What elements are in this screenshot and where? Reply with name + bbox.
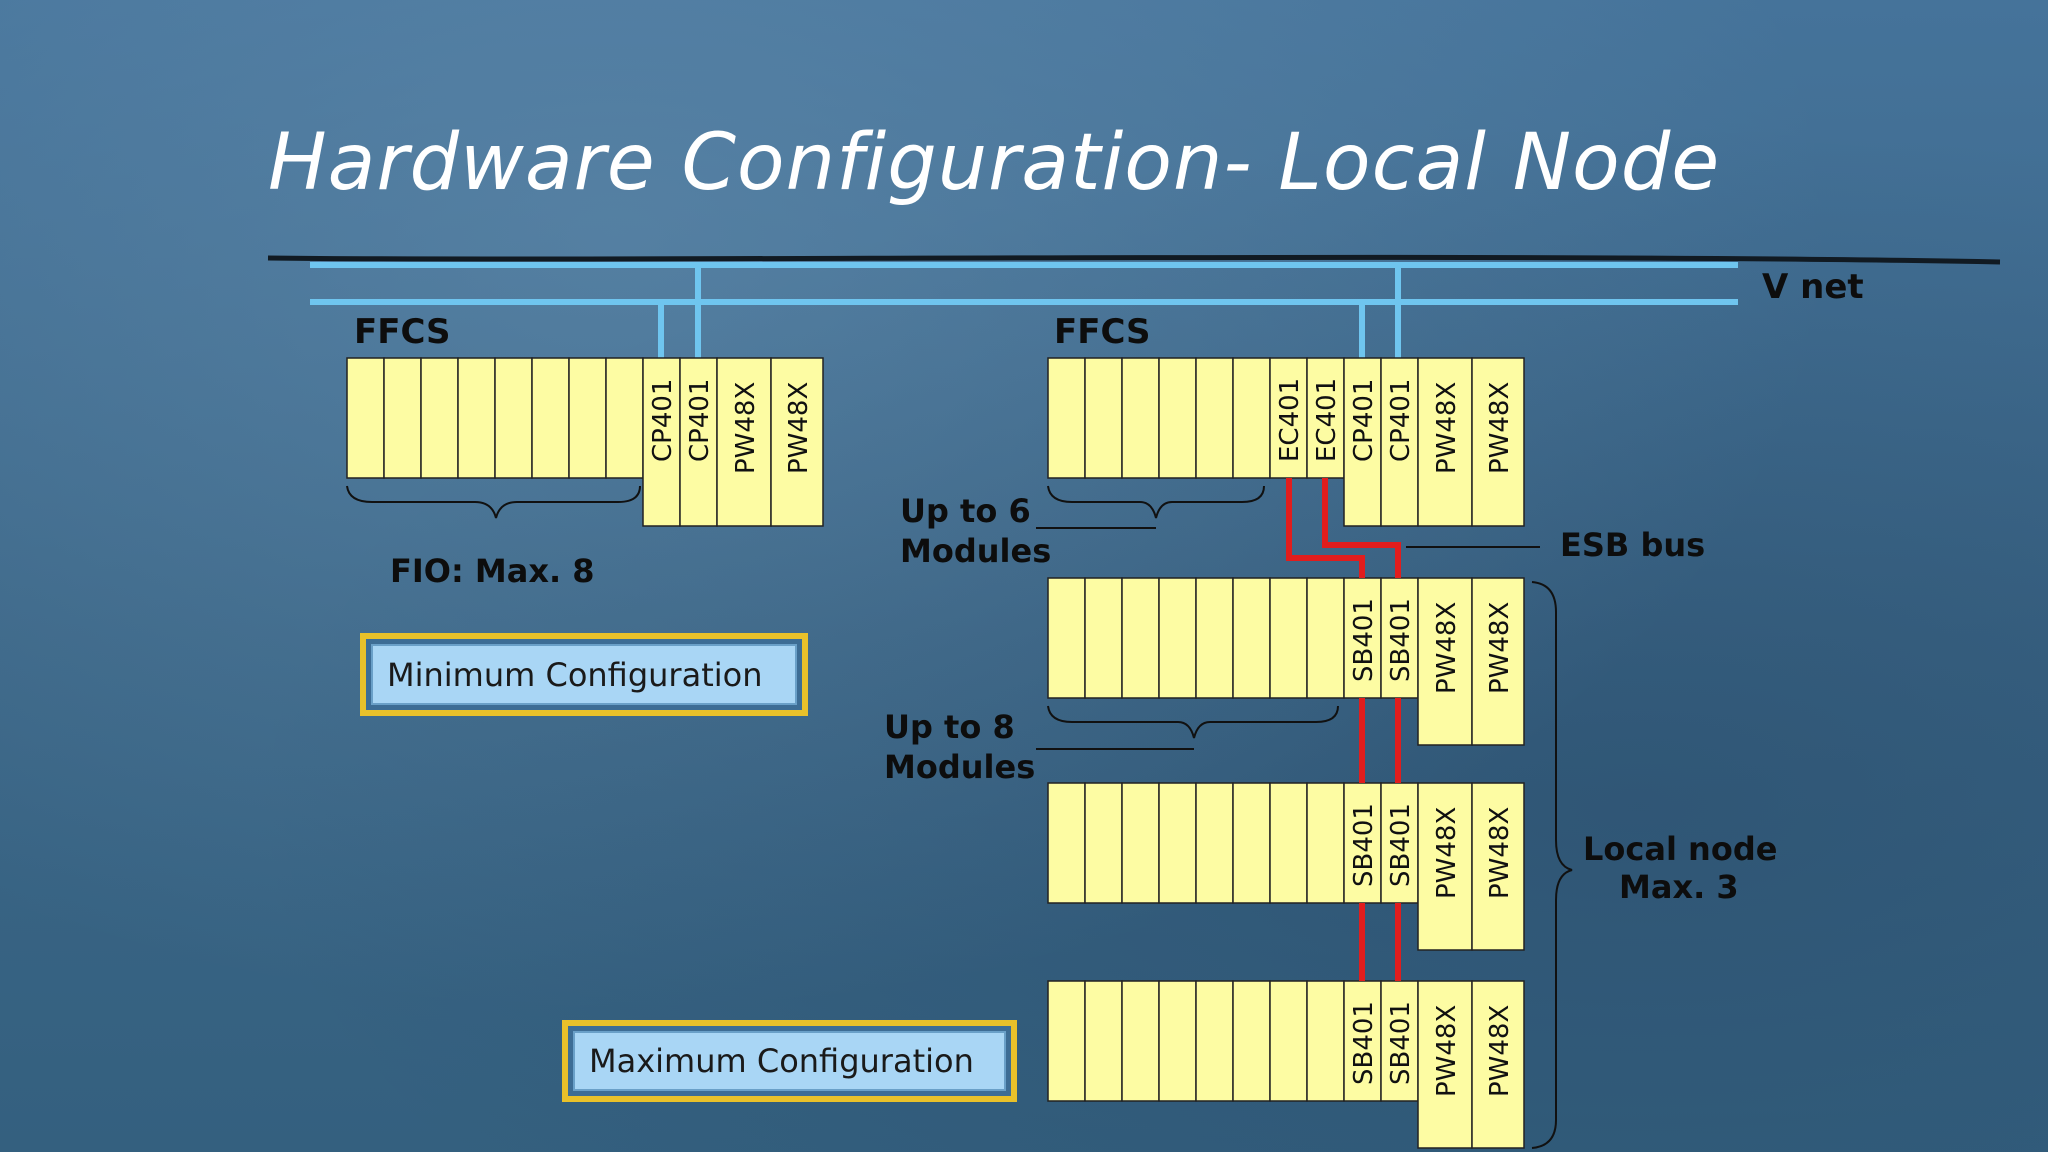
up-to-6-line2: Modules <box>900 532 1051 570</box>
up-to-8-line2: Modules <box>884 748 1035 786</box>
ffcs-right-slots <box>1047 357 1271 479</box>
sb401-u1-1-label: SB401 <box>1349 598 1379 682</box>
up-to-6-line1: Up to 6 <box>900 492 1031 530</box>
ffcs-right-label: FFCS <box>1054 312 1151 352</box>
ec401-2-label: EC401 <box>1312 378 1342 462</box>
local-node-brace <box>1531 581 1573 1149</box>
minimum-configuration-label: Minimum Configuration <box>371 644 797 705</box>
hardware-diagram: .bold { font-family: "DejaVu Sans", sans… <box>267 254 2001 1149</box>
fio-brace <box>346 485 641 519</box>
pw48x-u1-2-label: PW48X <box>1485 602 1515 694</box>
up-to-6-brace <box>1047 485 1265 519</box>
pw48x-left-1-label: PW48X <box>731 382 761 474</box>
expansion-unit-3-slots <box>1047 980 1345 1102</box>
cp401-left-2-label: CP401 <box>685 379 715 462</box>
ffcs-left-slots <box>346 357 644 479</box>
up-to-8-brace <box>1047 705 1339 739</box>
title-underline <box>267 254 2001 265</box>
sb401-u2-1-label: SB401 <box>1349 803 1379 887</box>
pw48x-u3-2-label: PW48X <box>1485 1005 1515 1097</box>
local-node-line2: Max. 3 <box>1619 868 1739 906</box>
pw48x-u3-1-label: PW48X <box>1432 1005 1462 1097</box>
expansion-unit-1-slots <box>1047 577 1345 699</box>
sb401-u3-2-label: SB401 <box>1386 1001 1416 1085</box>
ec401-1-label: EC401 <box>1275 378 1305 462</box>
local-node-line1: Local node <box>1583 830 1777 868</box>
pw48x-u2-2-label: PW48X <box>1485 807 1515 899</box>
minimum-configuration-button[interactable]: Minimum Configuration <box>360 633 808 716</box>
pw48x-left-2-label: PW48X <box>784 382 814 474</box>
sb401-u3-1-label: SB401 <box>1349 1001 1379 1085</box>
ffcs-left-label: FFCS <box>354 312 451 352</box>
maximum-configuration-label: Maximum Configuration <box>573 1031 1006 1091</box>
sb401-u2-2-label: SB401 <box>1386 803 1416 887</box>
pw48x-right-1-label: PW48X <box>1432 382 1462 474</box>
up-to-8-line1: Up to 8 <box>884 708 1015 746</box>
cp401-right-1-label: CP401 <box>1349 379 1379 462</box>
sb401-u1-2-label: SB401 <box>1386 598 1416 682</box>
maximum-configuration-button[interactable]: Maximum Configuration <box>562 1020 1017 1102</box>
cp401-left-1-label: CP401 <box>648 379 678 462</box>
pw48x-u1-1-label: PW48X <box>1432 602 1462 694</box>
pw48x-u2-1-label: PW48X <box>1432 807 1462 899</box>
expansion-unit-2-slots <box>1047 782 1345 904</box>
esb-bus-label: ESB bus <box>1560 526 1705 564</box>
vnet-label: V net <box>1762 267 1864 307</box>
pw48x-right-2-label: PW48X <box>1485 382 1515 474</box>
esb-bus-lines <box>1286 478 1401 981</box>
fio-max-label: FIO: Max. 8 <box>390 552 595 590</box>
cp401-right-2-label: CP401 <box>1386 379 1416 462</box>
